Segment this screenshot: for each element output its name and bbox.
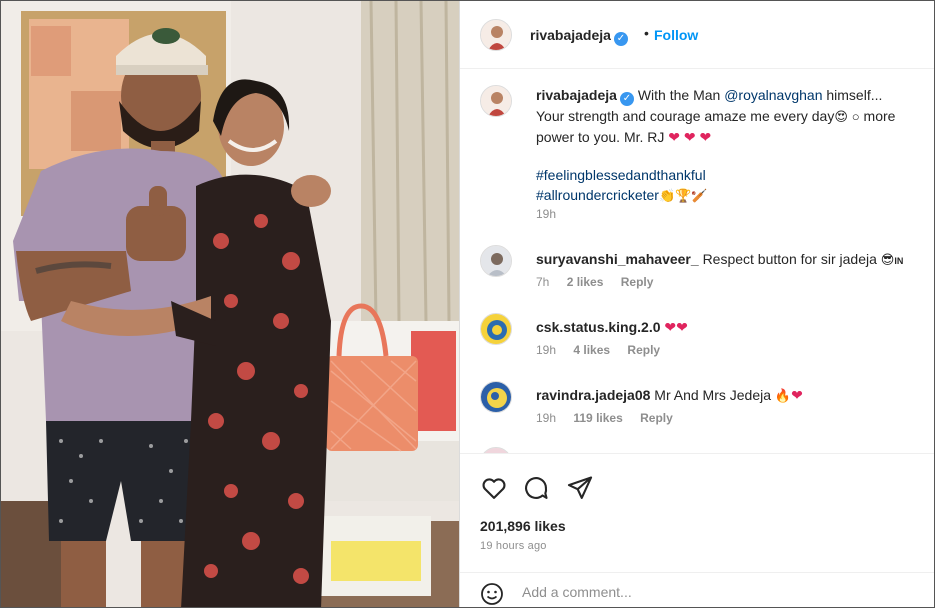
comment-text: suryavanshi_mahaveer_ Respect button for…	[536, 251, 903, 268]
comment-time: 19h	[536, 411, 557, 425]
comment-time: 7h	[536, 275, 550, 289]
add-comment-input[interactable]	[522, 581, 902, 603]
trophy-emoji-icon: 🏆	[675, 188, 692, 203]
red-heart-emoji-icon: ❤	[668, 129, 681, 145]
comment-likes[interactable]: 4 likes	[573, 343, 610, 357]
post-photo[interactable]	[1, 1, 459, 607]
caption-text-5: power to you. Mr. RJ	[536, 129, 665, 145]
verified-badge-icon: ✓	[613, 32, 628, 46]
sunglasses-emoji-icon: 😎	[880, 252, 895, 267]
heart-outline-icon[interactable]	[480, 474, 508, 502]
red-heart-emoji-icon: ❤	[676, 319, 688, 335]
verified-badge-icon: ✓	[619, 92, 634, 106]
comments-scroll-area[interactable]: rivabajadeja ✓ With the Man @royalnavghan…	[460, 69, 934, 453]
comment-likes[interactable]: 2 likes	[567, 275, 604, 289]
comment-body: Respect button for sir jadeja	[702, 251, 877, 267]
commenter-avatar[interactable]	[480, 313, 512, 345]
comment-item: suryavanshi_mahaveer_ Respect button for…	[480, 245, 930, 305]
red-heart-emoji-icon: ❤	[699, 129, 712, 145]
author-avatar[interactable]	[480, 19, 512, 51]
commenter-avatar[interactable]	[480, 381, 512, 413]
caption-text-1: With the Man	[637, 87, 721, 103]
comment-reply-button[interactable]: Reply	[621, 275, 654, 289]
heart-eyes-emoji-icon: 😍	[834, 109, 848, 124]
comment-item: ravindra.jadeja08 Mr And Mrs Jedeja 🔥❤ 1…	[480, 381, 930, 441]
hashtag-allrounder-link[interactable]: #allroundercricketer	[536, 187, 659, 203]
hashtag-feelingblessed-link[interactable]: #feelingblessedandthankful	[536, 165, 931, 185]
comment-likes[interactable]: 119 likes	[573, 411, 622, 425]
comment-text: csk.status.king.2.0 ❤❤	[536, 319, 688, 336]
comment-reply-button[interactable]: Reply	[640, 411, 673, 425]
comment-meta: 7h 2 likes Reply	[536, 275, 667, 289]
author-username-text[interactable]: rivabajadeja	[530, 27, 611, 43]
post-header: rivabajadeja ✓ • Follow	[460, 1, 934, 69]
follow-button[interactable]: Follow	[654, 27, 698, 43]
fire-emoji-icon: 🔥	[774, 388, 792, 403]
post-timestamp: 19 hours ago	[480, 540, 547, 552]
comment-body: Mr And Mrs Jedeja	[654, 387, 772, 403]
author-username[interactable]: rivabajadeja ✓	[530, 27, 628, 46]
paper-plane-icon[interactable]	[566, 474, 594, 502]
cricket-bat-emoji-icon: 🏏	[691, 188, 708, 203]
comment-time: 19h	[536, 343, 557, 357]
in-flag-icon: IN	[894, 256, 904, 266]
caption-text-4: more	[863, 108, 896, 124]
caption-mention-link[interactable]: @royalnavghan	[724, 87, 822, 103]
circle-emoji-icon: ○	[851, 109, 860, 124]
comment-item: csk.status.king.2.0 ❤❤ 19h 4 likes Reply	[480, 313, 930, 373]
post-actions: 201,896 likes 19 hours ago	[460, 453, 934, 607]
caption-author-avatar[interactable]	[480, 85, 512, 117]
red-heart-emoji-icon: ❤	[664, 319, 677, 335]
comment-text: ravindra.jadeja08 Mr And Mrs Jedeja 🔥❤	[536, 387, 803, 404]
comment-meta: 19h 4 likes Reply	[536, 343, 674, 357]
commenter-avatar[interactable]	[480, 245, 512, 277]
caption-username[interactable]: rivabajadeja	[536, 87, 617, 103]
red-heart-emoji-icon: ❤	[683, 129, 696, 145]
comment-bubble-icon[interactable]	[522, 474, 550, 502]
caption-text-2: himself...	[826, 87, 883, 103]
instagram-post-window: rivabajadeja ✓ • Follow rivabajadeja ✓ Wit…	[0, 0, 935, 608]
separator-dot: •	[644, 25, 649, 41]
caption-text-3: Your strength and courage amaze me every…	[536, 108, 835, 124]
red-heart-emoji-icon: ❤	[791, 387, 803, 403]
hashtag-line-2: #allroundercricketer👏🏆🏏	[536, 187, 708, 203]
clap-emoji-icon: 👏	[658, 188, 676, 203]
photo-illustration	[1, 1, 459, 607]
comment-username[interactable]: suryavanshi_mahaveer_	[536, 251, 699, 267]
comment-username[interactable]: ravindra.jadeja08	[536, 387, 650, 403]
post-caption: rivabajadeja ✓ With the Man @royalnavghan…	[536, 85, 931, 206]
post-likes-count[interactable]: 201,896 likes	[480, 518, 566, 534]
comment-reply-button[interactable]: Reply	[627, 343, 660, 357]
post-sidebar: rivabajadeja ✓ • Follow rivabajadeja ✓ Wit…	[459, 1, 934, 607]
add-comment-bar	[460, 572, 934, 607]
smiley-face-icon[interactable]	[480, 582, 504, 607]
comment-meta: 19h 119 likes Reply	[536, 411, 687, 425]
caption-timestamp: 19h	[536, 207, 557, 221]
comment-username[interactable]: csk.status.king.2.0	[536, 319, 661, 335]
